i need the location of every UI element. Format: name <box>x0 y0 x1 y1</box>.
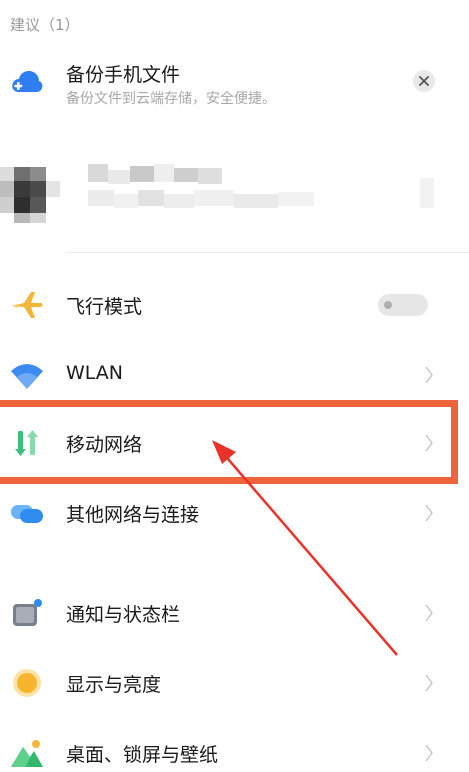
chevron-right-icon <box>425 604 433 622</box>
account-name-blurred <box>88 164 318 224</box>
setting-label: 桌面、锁屏与壁纸 <box>66 744 219 766</box>
airplane-icon <box>10 289 44 321</box>
suggestion-title: 备份手机文件 <box>66 64 181 86</box>
airplane-mode-toggle[interactable] <box>378 294 428 316</box>
setting-airplane-mode[interactable]: 飞行模式 <box>0 270 469 340</box>
wifi-icon <box>10 359 44 391</box>
setting-other-networks[interactable]: 其他网络与连接 <box>0 478 469 548</box>
chevron-right-icon <box>425 744 433 762</box>
chevron-right-icon <box>425 366 433 384</box>
setting-label: 其他网络与连接 <box>66 504 200 526</box>
account-chevron-blurred <box>420 178 434 208</box>
connection-icon <box>10 497 44 529</box>
toggle-knob <box>384 301 392 309</box>
dismiss-suggestion-button[interactable] <box>413 70 435 92</box>
notification-icon <box>10 597 44 629</box>
annotation-highlight-box <box>0 400 458 484</box>
cloud-backup-icon <box>11 68 43 94</box>
account-row[interactable] <box>0 150 469 240</box>
setting-label: 飞行模式 <box>66 296 143 318</box>
chevron-right-icon <box>425 674 433 692</box>
setting-wallpaper[interactable]: 桌面、锁屏与壁纸 <box>0 718 469 772</box>
setting-label: 显示与亮度 <box>66 674 162 696</box>
setting-display[interactable]: 显示与亮度 <box>0 648 469 718</box>
close-icon <box>419 76 429 86</box>
suggestion-subtitle: 备份文件到云端存储，安全便捷。 <box>66 91 276 107</box>
setting-notifications[interactable]: 通知与状态栏 <box>0 578 469 648</box>
wallpaper-icon <box>10 737 44 769</box>
suggestions-header: 建议（1） <box>10 16 80 34</box>
chevron-right-icon <box>425 504 433 522</box>
account-avatar <box>0 167 60 227</box>
sun-icon <box>10 667 44 699</box>
setting-label: WLAN <box>66 362 124 384</box>
divider <box>66 252 469 253</box>
setting-label: 通知与状态栏 <box>66 604 181 626</box>
